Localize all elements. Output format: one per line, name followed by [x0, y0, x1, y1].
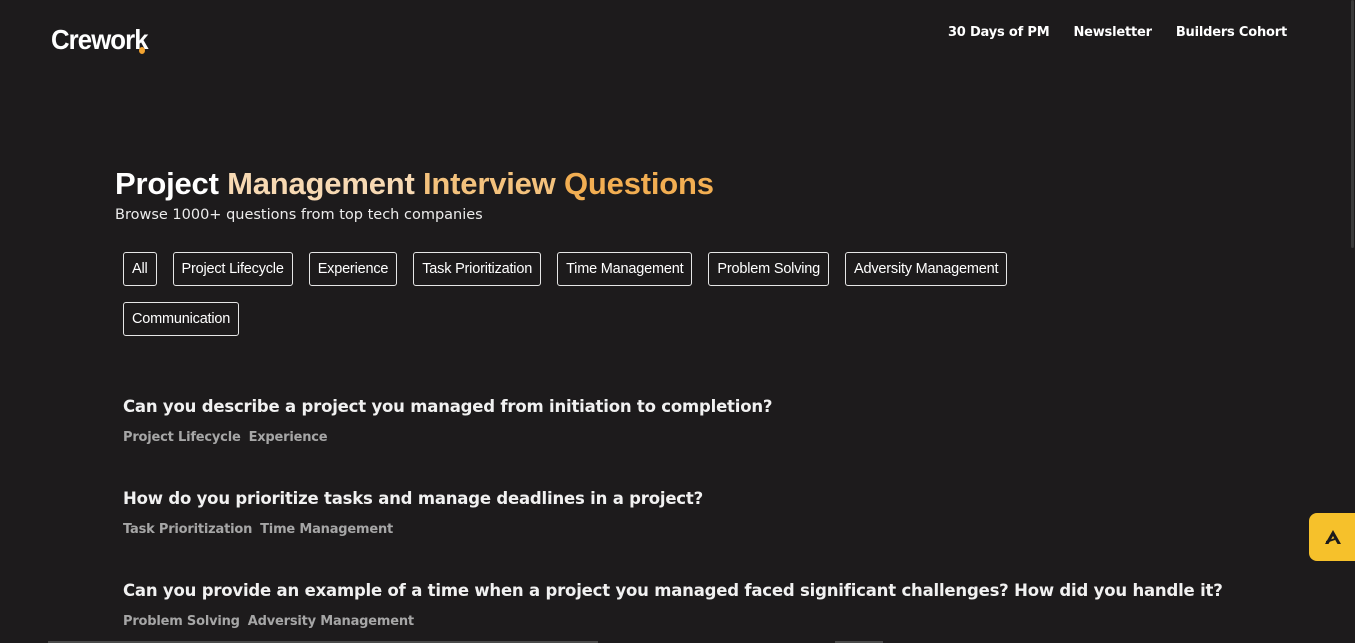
- question-tags: Project Lifecycle Experience: [123, 430, 1273, 445]
- filter-chip-all[interactable]: All: [123, 252, 157, 286]
- filter-chip-adversity-management[interactable]: Adversity Management: [845, 252, 1008, 286]
- question-title[interactable]: Can you provide an example of a time whe…: [123, 580, 1273, 602]
- floating-help-button[interactable]: [1309, 513, 1355, 561]
- question-tags: Task Prioritization Time Management: [123, 522, 1273, 537]
- question-item[interactable]: How do you prioritize tasks and manage d…: [123, 488, 1273, 580]
- question-title[interactable]: Can you describe a project you managed f…: [123, 396, 1273, 418]
- question-tags: Problem Solving Adversity Management: [123, 614, 1273, 629]
- title-part-questions: Questions: [564, 166, 714, 201]
- title-part-project: Project: [115, 166, 228, 201]
- question-title[interactable]: How do you prioritize tasks and manage d…: [123, 488, 1273, 510]
- scrollbar-thumb[interactable]: [1351, 0, 1354, 248]
- filter-chips: All Project Lifecycle Experience Task Pr…: [123, 252, 1113, 336]
- crework-logo-icon: [1325, 530, 1341, 544]
- filter-chip-time-management[interactable]: Time Management: [557, 252, 693, 286]
- page-title: Project Management Interview Questions: [115, 166, 714, 202]
- question-tag: Task Prioritization: [123, 522, 253, 537]
- nav-link-30-days-of-pm[interactable]: 30 Days of PM: [948, 25, 1050, 40]
- filter-chip-communication[interactable]: Communication: [123, 302, 240, 336]
- filter-chip-problem-solving[interactable]: Problem Solving: [708, 252, 830, 286]
- question-tag: Experience: [248, 430, 328, 445]
- question-list: Can you describe a project you managed f…: [123, 396, 1273, 643]
- question-tag: Project Lifecycle: [123, 430, 241, 445]
- question-tag: Time Management: [260, 522, 394, 537]
- nav-link-builders-cohort[interactable]: Builders Cohort: [1176, 25, 1287, 40]
- nav-link-newsletter[interactable]: Newsletter: [1073, 25, 1152, 40]
- question-item[interactable]: Can you provide an example of a time whe…: [123, 580, 1273, 643]
- title-part-management: Management: [227, 166, 424, 201]
- question-tag: Adversity Management: [247, 614, 414, 629]
- page: Crework 30 Days of PM Newsletter Builder…: [0, 0, 1355, 643]
- filter-chip-experience[interactable]: Experience: [308, 252, 398, 286]
- page-subtitle: Browse 1000+ questions from top tech com…: [115, 207, 483, 223]
- question-tag: Problem Solving: [123, 614, 240, 629]
- question-item[interactable]: Can you describe a project you managed f…: [123, 396, 1273, 488]
- logo[interactable]: Crework: [51, 24, 149, 56]
- top-nav: 30 Days of PM Newsletter Builders Cohort: [948, 25, 1287, 40]
- filter-chip-project-lifecycle[interactable]: Project Lifecycle: [172, 252, 293, 286]
- logo-dot-icon: [139, 47, 145, 54]
- filter-chip-task-prioritization[interactable]: Task Prioritization: [413, 252, 542, 286]
- title-part-interview: Interview: [423, 166, 565, 201]
